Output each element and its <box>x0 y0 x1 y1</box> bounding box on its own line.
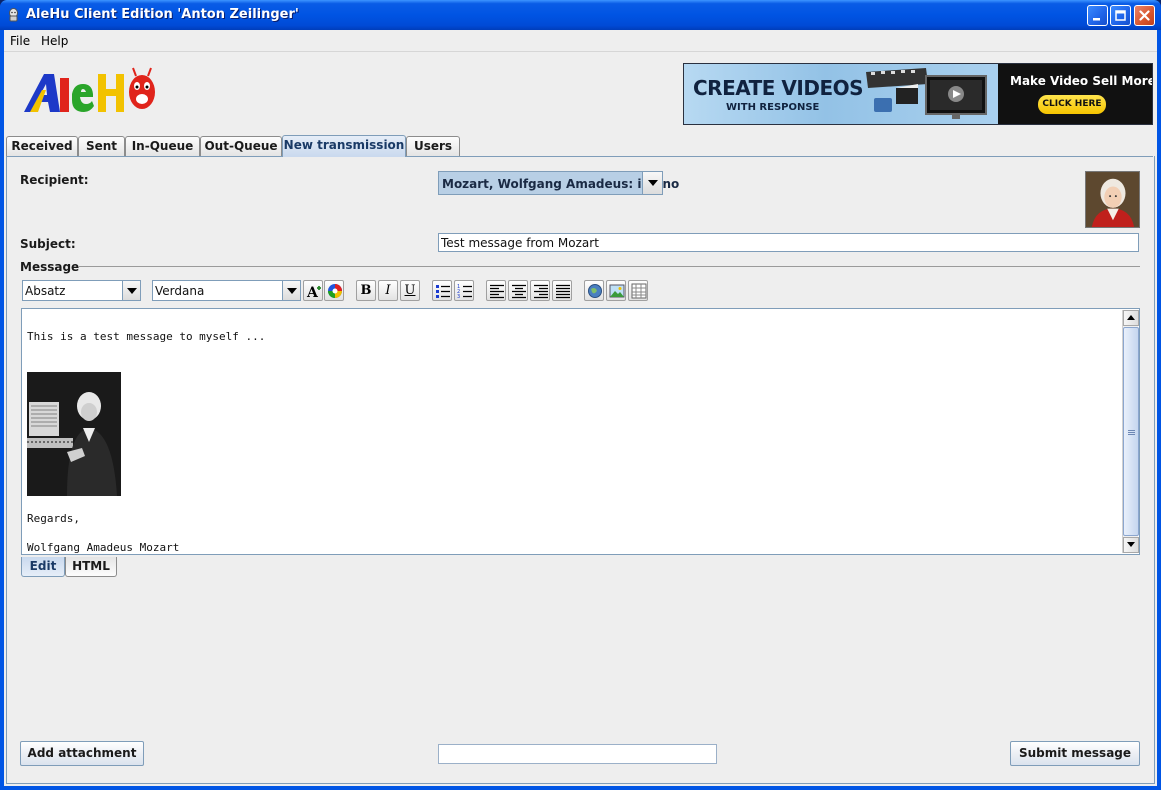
tab-users[interactable]: Users <box>406 136 460 156</box>
close-icon <box>1139 10 1150 21</box>
ad-banner[interactable]: CREATE VIDEOS WITH RESPONSE Make Video S… <box>683 63 1153 125</box>
alehu-logo <box>24 67 155 112</box>
insert-image-button[interactable] <box>606 280 626 301</box>
grip-line <box>1128 430 1135 431</box>
scroll-down-button[interactable] <box>1123 537 1139 553</box>
image-icon <box>609 284 625 298</box>
italic-button[interactable]: I <box>378 280 398 301</box>
globe-icon <box>588 284 602 298</box>
tab-received[interactable]: Received <box>6 136 78 156</box>
numbered-list-button[interactable]: 123 <box>454 280 474 301</box>
bold-glyph: B <box>360 283 372 298</box>
svg-text:3: 3 <box>457 294 460 299</box>
font-color-button[interactable] <box>324 280 344 301</box>
align-right-icon <box>534 284 548 299</box>
app-window: AleHu Client Edition 'Anton Zeilinger' F… <box>0 0 1161 790</box>
message-label: Message <box>20 260 80 274</box>
menu-bar: File Help <box>4 30 1157 52</box>
chevron-down-icon <box>648 180 658 186</box>
banner-headline: CREATE VIDEOS <box>693 76 864 100</box>
embedded-image <box>27 372 121 496</box>
menu-file[interactable]: File <box>10 34 30 48</box>
editor-line-intro: This is a test message to myself ... <box>27 330 266 343</box>
paragraph-style-select[interactable]: Absatz <box>22 280 141 301</box>
banner-subline: WITH RESPONSE <box>726 102 820 113</box>
tab-out-queue[interactable]: Out-Queue <box>200 136 282 156</box>
window-title: AleHu Client Edition 'Anton Zeilinger' <box>26 7 299 22</box>
numbered-list-icon: 123 <box>457 284 472 299</box>
table-icon <box>631 283 647 299</box>
chevron-down-icon <box>1127 542 1135 547</box>
minimize-icon <box>1093 18 1100 21</box>
minimize-button[interactable] <box>1087 5 1108 26</box>
chevron-up-icon <box>1127 315 1135 320</box>
grip-line <box>1128 432 1135 433</box>
recipient-avatar <box>1085 171 1140 228</box>
insert-table-button[interactable] <box>628 280 648 301</box>
bullet-list-icon <box>436 285 450 298</box>
tab-edit[interactable]: Edit <box>21 557 65 577</box>
align-left-icon <box>490 284 504 299</box>
recipient-select[interactable]: Mozart, Wolfgang Amadeus: iPiano <box>438 171 679 195</box>
editor-scrollbar[interactable] <box>1122 310 1139 553</box>
align-center-button[interactable] <box>508 280 528 301</box>
close-button[interactable] <box>1134 5 1155 26</box>
title-bar[interactable]: AleHu Client Edition 'Anton Zeilinger' <box>0 0 1161 30</box>
italic-glyph: I <box>385 283 391 298</box>
tab-in-queue[interactable]: In-Queue <box>125 136 200 156</box>
bullet-list-button[interactable] <box>432 280 452 301</box>
add-attachment-button[interactable]: Add attachment <box>20 741 144 766</box>
recipient-label: Recipient: <box>20 173 89 187</box>
paragraph-style-value: Absatz <box>25 284 66 298</box>
font-family-value: Verdana <box>155 284 205 298</box>
bold-button[interactable]: B <box>356 280 376 301</box>
font-family-dropdown[interactable] <box>282 281 300 300</box>
font-family-select[interactable]: Verdana <box>152 280 301 301</box>
align-left-button[interactable] <box>486 280 506 301</box>
align-right-button[interactable] <box>530 280 550 301</box>
scroll-up-button[interactable] <box>1123 310 1139 326</box>
align-center-icon <box>512 284 526 299</box>
font-size-button[interactable]: A <box>303 280 323 301</box>
editor-line-regards: Regards, <box>27 512 80 525</box>
attachment-status-field[interactable] <box>438 744 717 764</box>
tab-new-transmission[interactable]: New transmission <box>282 135 406 157</box>
align-justify-icon <box>556 284 570 299</box>
banner-right: Make Video Sell More CLICK HERE <box>998 64 1153 124</box>
tab-html[interactable]: HTML <box>65 557 117 577</box>
align-justify-button[interactable] <box>552 280 572 301</box>
banner-left: CREATE VIDEOS WITH RESPONSE <box>684 64 998 124</box>
message-separator <box>78 266 1140 267</box>
submit-message-button[interactable]: Submit message <box>1010 741 1140 766</box>
color-wheel-icon <box>328 284 342 298</box>
maximize-icon <box>1115 10 1126 21</box>
font-size-icon: A <box>306 285 321 299</box>
recipient-dropdown-button[interactable] <box>642 172 662 194</box>
film-strip-icon <box>866 68 987 119</box>
tab-sent[interactable]: Sent <box>78 136 125 156</box>
editor-line-signature: Wolfgang Amadeus Mozart <box>27 541 180 553</box>
maximize-button[interactable] <box>1110 5 1131 26</box>
insert-link-button[interactable] <box>584 280 604 301</box>
subject-input[interactable] <box>438 233 1139 252</box>
scroll-thumb[interactable] <box>1123 327 1139 536</box>
banner-click-button[interactable]: CLICK HERE <box>1038 95 1106 114</box>
tabs-baseline <box>6 156 1153 157</box>
message-editor[interactable]: This is a test message to myself ... Reg… <box>21 308 1140 555</box>
underline-glyph: U <box>404 283 416 298</box>
subject-label: Subject: <box>20 237 76 251</box>
chevron-down-icon <box>287 288 297 294</box>
banner-tagline: Make Video Sell More <box>1010 74 1153 88</box>
underline-button[interactable]: U <box>400 280 420 301</box>
grip-line <box>1128 434 1135 435</box>
app-icon <box>9 8 18 22</box>
chevron-down-icon <box>127 288 137 294</box>
paragraph-style-dropdown[interactable] <box>122 281 140 300</box>
editor-content[interactable]: This is a test message to myself ... Reg… <box>23 310 1121 553</box>
client-area: File Help CREATE VIDEOS WITH RESPONSE Ma… <box>4 30 1157 786</box>
menu-help[interactable]: Help <box>41 34 68 48</box>
